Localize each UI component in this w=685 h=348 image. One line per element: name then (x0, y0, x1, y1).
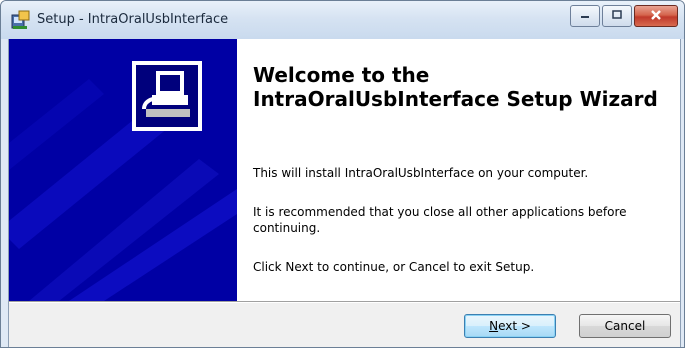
minimize-icon (579, 9, 591, 23)
window-title: Setup - IntraOralUsbInterface (37, 12, 229, 27)
next-button[interactable]: Next > (464, 314, 556, 338)
wizard-client-area: Welcome to the IntraOralUsbInterface Set… (8, 39, 681, 347)
cancel-button-label: Cancel (604, 319, 646, 333)
welcome-heading: Welcome to the IntraOralUsbInterface Set… (253, 63, 658, 111)
title-bar[interactable]: Setup - IntraOralUsbInterface (1, 1, 684, 39)
install-info-text: This will install IntraOralUsbInterface … (253, 166, 589, 180)
window-controls (568, 5, 678, 27)
instructions-text: Click Next to continue, or Cancel to exi… (253, 260, 535, 274)
maximize-button[interactable] (602, 5, 632, 27)
setup-window: Setup - IntraOralUsbInterface Welcome to… (0, 0, 685, 348)
setup-wizard-icon (132, 61, 202, 131)
cancel-button[interactable]: Cancel (579, 314, 671, 338)
wizard-footer: Next > Cancel (9, 303, 680, 347)
minimize-button[interactable] (570, 5, 600, 27)
next-button-label: ext > (498, 319, 531, 333)
next-button-mnemonic: N (489, 319, 499, 333)
close-apps-text: It is recommended that you close all oth… (253, 205, 627, 235)
close-button[interactable] (634, 5, 678, 27)
close-icon (649, 9, 663, 24)
maximize-icon (611, 9, 623, 23)
setup-app-icon (10, 9, 32, 31)
wizard-banner (9, 39, 237, 301)
